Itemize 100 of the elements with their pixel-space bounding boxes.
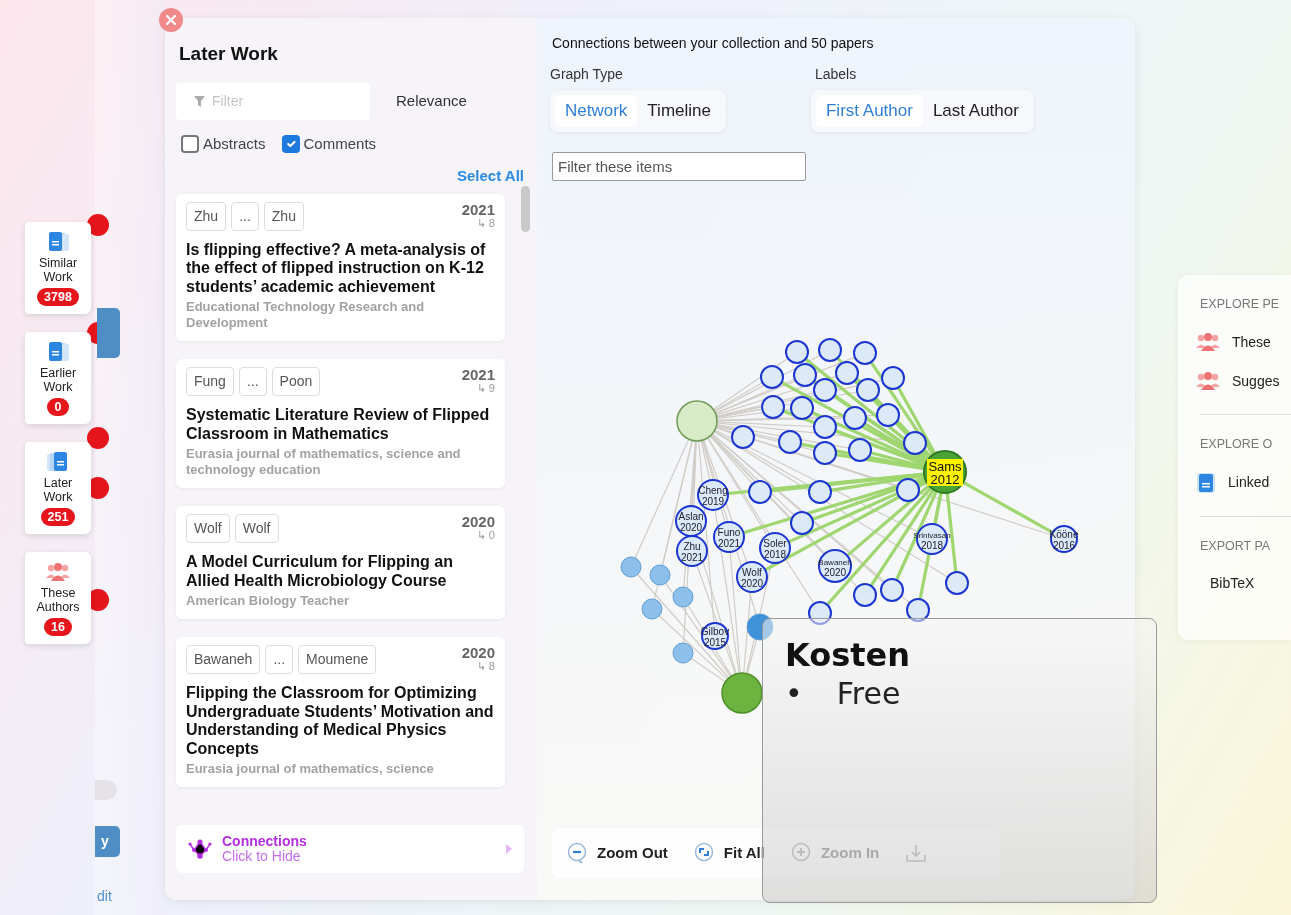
paper-title: Systematic Literature Review of Flipped Classroom in Mathematics [186, 406, 491, 443]
graph-node [748, 480, 772, 504]
graph-node [813, 415, 837, 439]
document-stack-icon [46, 452, 70, 472]
graph-node [876, 403, 900, 427]
graph-node [620, 556, 642, 578]
chevron-icon [506, 843, 512, 854]
checkbox-label: Comments [303, 133, 377, 154]
section-heading: EXPLORE O [1200, 435, 1274, 453]
graph-node [790, 511, 814, 535]
download-icon [905, 843, 928, 863]
paper-card[interactable]: Bawaneh ... Moumene 2020 ↳ 8 Flipping the Classroom for Optimizing Undergraduate Students’ Motivation and Understanding of Medical Physics Concepts Eurasia journal of mathematics, science [176, 637, 505, 787]
scrollbar-thumb[interactable] [521, 185, 530, 232]
year-label: 2020 [461, 645, 495, 660]
sidebar-item-label: Similar Work [37, 256, 79, 284]
graph-node [746, 613, 774, 641]
close-icon [165, 14, 177, 26]
paper-title: A Model Curriculum for Flipping an Allied Health Microbiology Course [186, 553, 454, 590]
connections-button[interactable]: Connections Click to Hide [176, 824, 524, 873]
sidebar-item[interactable]: Earlier Work 0 [25, 332, 91, 424]
graph-node [880, 578, 904, 602]
checkbox[interactable] [181, 134, 199, 153]
graph-heading: Connections between your collection and 50 papers [552, 34, 875, 52]
panel-title: Later Work [179, 42, 279, 66]
graph-node [818, 338, 842, 362]
author-chip[interactable]: Fung [186, 367, 234, 396]
segment-option[interactable]: Network [555, 95, 638, 127]
menu-item[interactable]: Sugges [1196, 370, 1291, 392]
action-button[interactable]: y [95, 826, 120, 857]
sort-dropdown[interactable]: Relevance [396, 89, 467, 113]
section-heading: EXPLORE PE [1200, 296, 1281, 313]
author-chip[interactable]: Wolf [186, 514, 230, 543]
sidebar-item[interactable]: Later Work 251 [25, 442, 91, 534]
count-badge: 251 [40, 508, 76, 526]
count-badge: 0 [47, 398, 69, 416]
zoom-in-icon [790, 842, 813, 864]
graph-node [808, 480, 832, 504]
graph-node [813, 441, 837, 465]
filter-field[interactable]: Filter these items [552, 152, 806, 181]
zoom-out-icon [567, 842, 589, 864]
section-heading: EXPORT PA [1200, 537, 1272, 555]
graph-node [778, 430, 802, 454]
citation-count: ↳ 9 [475, 382, 495, 394]
checkbox[interactable] [281, 134, 300, 153]
menu-item[interactable]: Linked [1196, 471, 1291, 494]
author-chip[interactable]: Wolf [234, 514, 279, 543]
sidebar-item-label: Earlier Work [38, 366, 78, 394]
citation-count: ↳ 8 [475, 216, 495, 229]
notification-dot [87, 427, 109, 449]
zoom-out-button[interactable]: Zoom Out [567, 841, 668, 865]
author-chip[interactable]: Zhu [263, 201, 304, 231]
author-chip[interactable]: Moumene [298, 645, 377, 674]
tab-handle[interactable] [97, 308, 120, 358]
author-chip[interactable]: Zhu [186, 201, 227, 231]
filter-field[interactable]: Filter [176, 82, 370, 120]
graph-node [793, 363, 817, 387]
author-chip[interactable]: ... [231, 201, 259, 231]
count-badge: 16 [44, 618, 72, 636]
graph-node [853, 583, 877, 607]
author-chip[interactable]: ... [238, 367, 267, 396]
graph-node [649, 564, 671, 586]
graph-node [672, 586, 694, 608]
document-icon [1196, 471, 1216, 494]
graph-node [843, 406, 867, 430]
journal-name: Eurasia journal of mathematics, science and technology education [186, 446, 462, 478]
graph-node [896, 478, 920, 502]
paper-node: Funo 2021 [713, 521, 745, 553]
year-label: 2021 [461, 367, 495, 382]
fit-icon [693, 842, 716, 864]
people-icon [1196, 332, 1220, 353]
menu-item[interactable]: BibTeX [1210, 573, 1291, 595]
people-icon [46, 562, 70, 582]
journal-name: Educational Technology Research and Development [186, 299, 426, 331]
graph-node [906, 598, 930, 622]
menu-item[interactable]: These [1196, 331, 1291, 353]
author-chip[interactable]: ... [265, 645, 294, 674]
control-label: Labels [813, 66, 858, 82]
paper-card[interactable]: Fung ... Poon 2021 ↳ 9 Systematic Literature Review of Flipped Classroom in Mathematics Eurasia journal of mathematics, science and technology education [176, 359, 505, 488]
sidebar-item[interactable]: These Authors 16 [25, 552, 91, 644]
paper-card[interactable]: Wolf Wolf 2020 ↳ 0 A Model Curriculum for Flipping an Allied Health Microbiology Course American Biology Teacher [176, 506, 505, 619]
graph-node [790, 396, 814, 420]
network-icon [188, 837, 212, 860]
close-button[interactable] [159, 8, 183, 32]
graph-node [672, 642, 694, 664]
sidebar-item[interactable]: Similar Work 3798 [25, 222, 91, 314]
paper-card[interactable]: Zhu ... Zhu 2021 ↳ 8 Is flipping effective? A meta-analysis of the effect of flipped instruction on K-12 students’ academic achievement Educational Technology Research and Development [176, 193, 505, 341]
segment-option[interactable]: Timeline [637, 95, 721, 127]
author-chip[interactable]: Bawaneh [186, 645, 261, 674]
graph-node [641, 598, 663, 620]
segment-option[interactable]: Last Author [922, 95, 1029, 127]
author-chip[interactable]: Poon [271, 367, 321, 396]
graph-node [731, 425, 755, 449]
tooltip-item: Free [836, 675, 901, 713]
document-stack-icon [46, 342, 70, 362]
segment-option[interactable]: First Author [815, 95, 923, 127]
collection-node [721, 672, 763, 714]
year-label: 2021 [461, 201, 495, 217]
graph-node [835, 361, 859, 385]
graph-node [881, 366, 905, 390]
paper-node: Zhu 2021 [676, 535, 708, 567]
